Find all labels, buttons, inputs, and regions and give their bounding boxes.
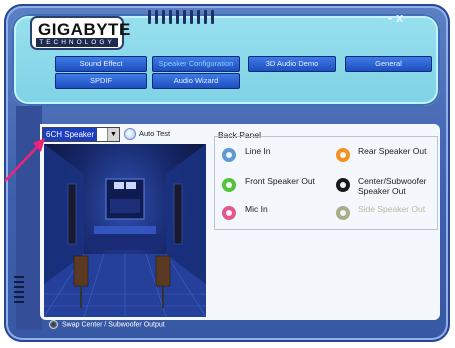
auto-test-label: Auto Test — [139, 129, 171, 138]
side-speaker-jack-icon — [336, 206, 350, 220]
mic-in-label: Mic In — [245, 204, 268, 214]
speaker-room-preview — [44, 144, 206, 317]
header-decoration — [148, 10, 214, 24]
center-subwoofer-jack-icon[interactable] — [336, 178, 350, 192]
radio-icon[interactable] — [124, 128, 136, 141]
brand-name: GIGABYTE — [38, 20, 131, 39]
auto-test-toggle[interactable]: Auto Test — [124, 127, 171, 141]
room-illustration — [44, 144, 206, 317]
line-in-jack-icon[interactable] — [222, 148, 236, 162]
tab-speaker-configuration[interactable]: Speaker Configuration — [152, 56, 240, 72]
speaker-select[interactable]: 6CH Speaker ▼ — [42, 127, 120, 142]
side-speaker-label: Side Speaker Out — [358, 204, 426, 214]
tab-sound-effect[interactable]: Sound Effect — [55, 56, 147, 72]
brand-tagline: TECHNOLOGY — [36, 38, 118, 47]
mic-in-jack-icon[interactable] — [222, 206, 236, 220]
tab-3d-audio-demo[interactable]: 3D Audio Demo — [248, 56, 336, 72]
arrow-icon — [4, 138, 45, 182]
rear-speaker-label: Rear Speaker Out — [358, 146, 427, 156]
rear-speaker-jack-icon[interactable] — [336, 148, 350, 162]
speaker-select-value: 6CH Speaker — [43, 128, 98, 141]
tab-general[interactable]: General — [345, 56, 432, 72]
swap-center-subwoofer-option[interactable]: Swap Center / Subwoofer Output — [49, 320, 165, 330]
swap-label: Swap Center / Subwoofer Output — [62, 321, 165, 329]
chevron-down-icon[interactable]: ▼ — [107, 128, 119, 141]
window-controls[interactable]: - x — [388, 10, 403, 25]
front-speaker-label: Front Speaker Out — [245, 176, 315, 186]
resize-grip-icon — [14, 276, 24, 303]
radio-icon[interactable] — [49, 320, 58, 329]
gigabyte-logo: GIGABYTE TECHNOLOGY — [32, 18, 130, 48]
tab-audio-wizard[interactable]: Audio Wizard — [152, 73, 240, 89]
line-in-label: Line In — [245, 146, 271, 156]
center-subwoofer-label: Center/Subwoofer Speaker Out — [358, 176, 427, 196]
front-speaker-jack-icon[interactable] — [222, 178, 236, 192]
tab-spdif[interactable]: SPDIF — [55, 73, 147, 89]
